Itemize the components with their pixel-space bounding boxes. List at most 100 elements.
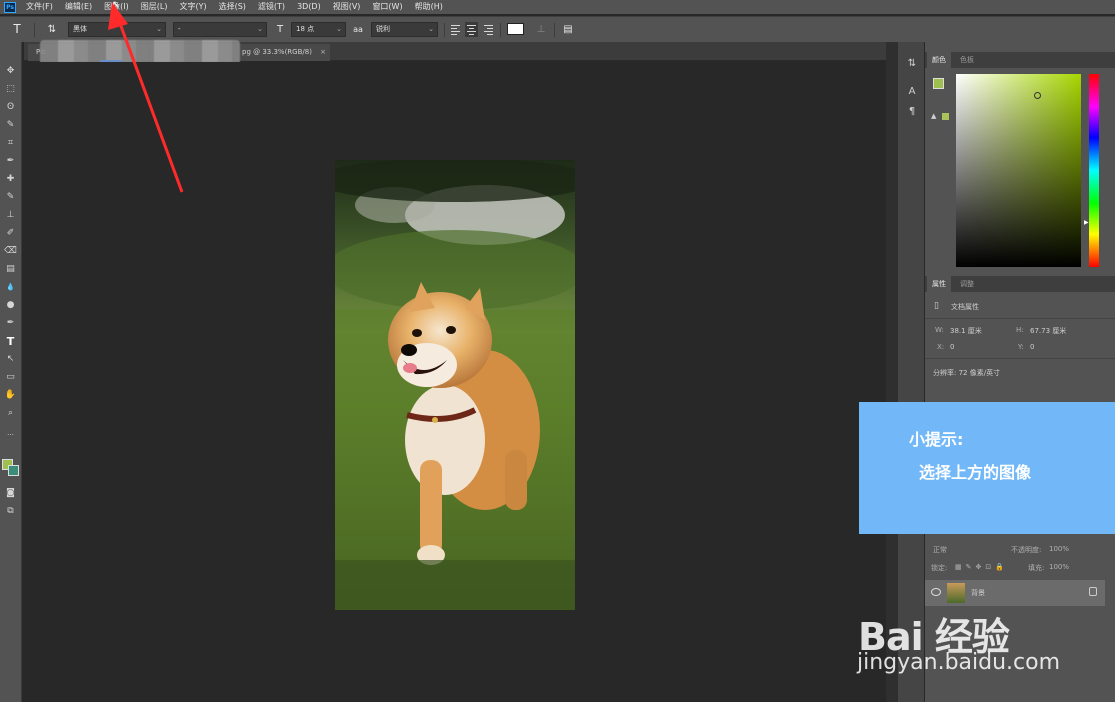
y-label: Y: bbox=[1018, 343, 1024, 351]
text-orientation-icon[interactable]: ⇅ bbox=[44, 22, 60, 37]
type-tool-icon[interactable]: T bbox=[3, 334, 18, 349]
more-tools-icon[interactable]: ··· bbox=[3, 428, 18, 443]
dodge-tool-icon[interactable]: ● bbox=[3, 298, 18, 313]
layer-thumbnail bbox=[947, 583, 965, 603]
align-center-button[interactable] bbox=[465, 22, 478, 37]
history-panel-icon[interactable]: ⇅ bbox=[904, 58, 920, 69]
history-brush-tool-icon[interactable]: ✐ bbox=[3, 226, 18, 241]
tools-panel: ✥ ⬚ ʘ ✎ ⌗ ✒ ✚ ✎ ⊥ ✐ ⌫ ▤ 💧 ● ✒ T ↖ ▭ ✋ ⌕ … bbox=[0, 42, 22, 702]
gradient-tool-icon[interactable]: ▤ bbox=[3, 262, 18, 277]
font-size-value: 18 点 bbox=[296, 25, 315, 33]
watermark-url: jingyan.baidu.com bbox=[857, 650, 1061, 675]
color-panel-header: 颜色 色板 bbox=[925, 52, 1115, 68]
chevron-down-icon: ⌄ bbox=[428, 25, 434, 33]
blur-tool-icon[interactable]: 💧 bbox=[3, 280, 18, 295]
lock-label: 锁定: bbox=[931, 564, 948, 572]
screen-mode-icon[interactable]: ⧉ bbox=[3, 504, 18, 519]
align-left-button[interactable] bbox=[449, 22, 462, 37]
foreground-color-swatch[interactable] bbox=[933, 78, 944, 89]
healing-tool-icon[interactable]: ✚ bbox=[3, 172, 18, 187]
character-panel-icon[interactable]: ▤ bbox=[561, 22, 575, 37]
tip-title: 小提示: bbox=[909, 430, 964, 449]
shape-tool-icon[interactable]: ▭ bbox=[3, 370, 18, 385]
background-color-swatch[interactable] bbox=[8, 465, 19, 476]
menu-file[interactable]: 文件(F) bbox=[20, 0, 59, 14]
eye-icon[interactable] bbox=[931, 588, 941, 596]
antialias-icon: aa bbox=[353, 25, 363, 34]
antialias-select[interactable]: 锐利 ⌄ bbox=[371, 22, 438, 37]
hue-slider[interactable] bbox=[1089, 74, 1099, 267]
resolution-text: 分辨率: 72 像素/英寸 bbox=[933, 369, 1001, 377]
close-icon[interactable]: × bbox=[320, 44, 326, 61]
text-color-swatch[interactable] bbox=[507, 23, 524, 35]
fill-value[interactable]: 100% bbox=[1049, 563, 1069, 571]
move-tool-icon[interactable]: ✥ bbox=[3, 64, 18, 79]
gamut-swatch bbox=[942, 113, 949, 120]
menu-help[interactable]: 帮助(H) bbox=[409, 0, 449, 14]
height-value: 67.73 厘米 bbox=[1030, 327, 1067, 335]
eyedropper-tool-icon[interactable]: ✒ bbox=[3, 154, 18, 169]
menu-view[interactable]: 视图(V) bbox=[327, 0, 367, 14]
document-image[interactable] bbox=[335, 160, 575, 610]
divider bbox=[500, 23, 501, 37]
lasso-tool-icon[interactable]: ʘ bbox=[3, 100, 18, 115]
warp-text-icon[interactable]: ⊥ bbox=[534, 22, 548, 37]
menu-filter[interactable]: 滤镜(T) bbox=[252, 0, 291, 14]
divider bbox=[34, 23, 35, 37]
tab-color[interactable]: 颜色 bbox=[927, 52, 951, 68]
x-label: X: bbox=[937, 343, 945, 351]
align-right-button[interactable] bbox=[482, 22, 495, 37]
layer-row-background[interactable]: 背景 bbox=[925, 580, 1105, 606]
red-arrow-annotation bbox=[108, 2, 184, 193]
warning-icon: ▲ bbox=[931, 112, 937, 120]
type-tool-icon[interactable]: T bbox=[8, 22, 26, 37]
tab-swatches[interactable]: 色板 bbox=[955, 52, 979, 68]
properties-title: 文档属性 bbox=[951, 303, 979, 311]
chevron-down-icon: ⌄ bbox=[336, 25, 342, 33]
hand-tool-icon[interactable]: ✋ bbox=[3, 388, 18, 403]
collapsed-panels: ⇅ A ¶ bbox=[898, 42, 924, 702]
pen-tool-icon[interactable]: ✒ bbox=[3, 316, 18, 331]
marquee-tool-icon[interactable]: ⬚ bbox=[3, 82, 18, 97]
panel-gutter bbox=[886, 42, 898, 702]
tip-box: 小提示: 选择上方的图像 bbox=[859, 402, 1115, 534]
tab-properties[interactable]: 属性 bbox=[927, 276, 951, 292]
menu-select[interactable]: 选择(S) bbox=[213, 0, 252, 14]
chevron-down-icon: ⌄ bbox=[257, 25, 263, 33]
menu-window[interactable]: 窗口(W) bbox=[366, 0, 408, 14]
height-label: H: bbox=[1016, 326, 1024, 334]
color-picker-ring[interactable] bbox=[1034, 92, 1041, 99]
shiba-dog-photo bbox=[335, 160, 575, 610]
lock-icon bbox=[1089, 587, 1097, 596]
color-field[interactable] bbox=[956, 74, 1081, 267]
x-value: 0 bbox=[950, 343, 955, 351]
eraser-tool-icon[interactable]: ⌫ bbox=[3, 244, 18, 259]
path-select-tool-icon[interactable]: ↖ bbox=[3, 352, 18, 367]
divider bbox=[444, 23, 445, 37]
tab-label: pg @ 33.3%(RGB/8) bbox=[242, 48, 312, 56]
menu-edit[interactable]: 编辑(E) bbox=[59, 0, 98, 14]
menu-3d[interactable]: 3D(D) bbox=[291, 0, 327, 14]
zoom-tool-icon[interactable]: ⌕ bbox=[3, 406, 18, 421]
font-size-select[interactable]: 18 点 ⌄ bbox=[291, 22, 346, 37]
width-label: W: bbox=[935, 326, 944, 334]
crop-tool-icon[interactable]: ⌗ bbox=[3, 136, 18, 151]
lock-icons[interactable]: ▦✎✥⊡🔒 bbox=[955, 563, 1008, 571]
fill-label: 填充: bbox=[1028, 564, 1045, 572]
layer-name: 背景 bbox=[971, 589, 985, 597]
divider bbox=[554, 23, 555, 37]
brush-tool-icon[interactable]: ✎ bbox=[3, 190, 18, 205]
quick-select-tool-icon[interactable]: ✎ bbox=[3, 118, 18, 133]
width-value: 38.1 厘米 bbox=[950, 327, 982, 335]
y-value: 0 bbox=[1030, 343, 1035, 351]
opacity-value[interactable]: 100% bbox=[1049, 545, 1069, 553]
character-panel-icon[interactable]: A bbox=[904, 86, 920, 97]
divider bbox=[925, 318, 1115, 319]
stamp-tool-icon[interactable]: ⊥ bbox=[3, 208, 18, 223]
hue-marker-icon[interactable]: ▶ bbox=[1084, 219, 1089, 226]
blend-mode-select[interactable]: 正常 bbox=[933, 545, 947, 555]
paragraph-panel-icon[interactable]: ¶ bbox=[904, 106, 920, 117]
color-swatches[interactable] bbox=[2, 459, 20, 477]
quick-mask-icon[interactable]: ◙ bbox=[3, 486, 18, 501]
tab-adjustments[interactable]: 调整 bbox=[955, 276, 979, 292]
